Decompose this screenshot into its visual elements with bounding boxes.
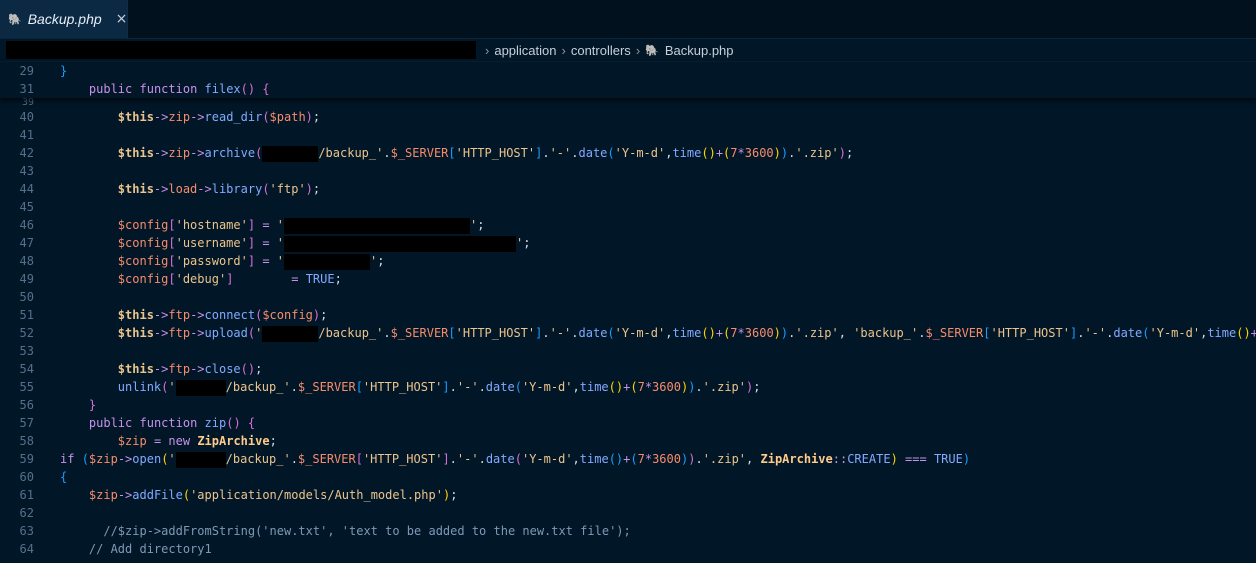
code-line: 54 $this->ftp->close();	[0, 360, 1256, 378]
code-line: 46 $config['hostname'] = ' ';	[0, 216, 1256, 234]
code-line: 56 }	[0, 396, 1256, 414]
line-number: 64	[19, 542, 34, 556]
line-number: 41	[19, 128, 34, 142]
code-line: 47 $config['username'] = ' ';	[0, 234, 1256, 252]
php-elephant-icon: 🐘	[8, 12, 22, 26]
code-line: 42 $this->zip->archive(/backup_'.$_SERVE…	[0, 144, 1256, 162]
code-line: 41	[0, 126, 1256, 144]
code-line: 62	[0, 504, 1256, 522]
breadcrumb-item-file[interactable]: Backup.php	[665, 43, 734, 58]
line-number: 62	[19, 506, 34, 520]
php-elephant-icon: 🐘	[645, 44, 659, 57]
code-editor[interactable]: 29 } 31 public function filex() { 39 40 …	[0, 62, 1256, 558]
code-line: 64 // Add directory1	[0, 540, 1256, 558]
redacted-text	[175, 451, 226, 468]
line-number: 48	[19, 254, 34, 268]
tab-backup-php[interactable]: 🐘 Backup.php ×	[0, 0, 128, 38]
code-line: 31 public function filex() {	[0, 80, 1256, 98]
line-number: 58	[19, 434, 34, 448]
line-number: 54	[19, 362, 34, 376]
breadcrumb-item-application[interactable]: application	[494, 43, 556, 58]
line-number: 49	[19, 272, 34, 286]
redacted-text	[175, 379, 226, 396]
editor-tab-bar: 🐘 Backup.php ×	[0, 0, 1256, 39]
close-icon[interactable]: ×	[116, 11, 128, 27]
code-line: 29 }	[0, 62, 1256, 80]
breadcrumb-item-controllers[interactable]: controllers	[571, 43, 631, 58]
line-number: 42	[19, 146, 34, 160]
tab-title: Backup.php	[27, 11, 102, 27]
code-line: 58 $zip = new ZipArchive;	[0, 432, 1256, 450]
code-line: 48 $config['password'] = ' ';	[0, 252, 1256, 270]
line-number: 50	[19, 290, 34, 304]
code-line: 49 $config['debug'] = TRUE;	[0, 270, 1256, 288]
code-line: 40 $this->zip->read_dir($path);	[0, 108, 1256, 126]
sticky-scroll-header[interactable]: 29 } 31 public function filex() {	[0, 62, 1256, 98]
breadcrumb: › application › controllers › 🐘 Backup.p…	[0, 39, 1256, 62]
code-line: 53	[0, 342, 1256, 360]
chevron-right-icon: ›	[561, 42, 566, 58]
code-line: 50	[0, 288, 1256, 306]
code-line: 43	[0, 162, 1256, 180]
redacted-text	[284, 235, 517, 252]
line-number: 51	[19, 308, 34, 322]
line-number: 29	[19, 64, 34, 78]
line-number: 57	[19, 416, 34, 430]
line-number: 53	[19, 344, 34, 358]
code-line: 63 //$zip->addFromString('new.txt', 'tex…	[0, 522, 1256, 540]
line-number: 44	[19, 182, 34, 196]
line-number: 31	[19, 82, 34, 96]
code-line: 55 unlink('/backup_'.$_SERVER['HTTP_HOST…	[0, 378, 1256, 396]
line-number: 47	[19, 236, 34, 250]
line-number: 61	[19, 488, 34, 502]
redacted-text	[262, 145, 319, 162]
chevron-right-icon: ›	[635, 42, 641, 58]
code-line: 61 $zip->addFile('application/models/Aut…	[0, 486, 1256, 504]
chevron-right-icon: ›	[485, 42, 490, 58]
redacted-text	[284, 217, 471, 234]
line-number: 45	[19, 200, 34, 214]
line-number: 43	[19, 164, 34, 178]
line-number: 59	[19, 452, 34, 466]
line-number: 40	[19, 110, 34, 124]
redacted-path	[6, 41, 476, 59]
code-line: 59 if ($zip->open('/backup_'.$_SERVER['H…	[0, 450, 1256, 468]
line-number: 56	[19, 398, 34, 412]
line-number: 52	[19, 326, 34, 340]
line-number: 60	[19, 470, 34, 484]
line-number: 55	[19, 380, 34, 394]
redacted-text	[262, 325, 319, 342]
code-line: 60 {	[0, 468, 1256, 486]
code-line: 44 $this->load->library('ftp');	[0, 180, 1256, 198]
code-line: 45	[0, 198, 1256, 216]
line-number: 46	[19, 218, 34, 232]
redacted-text	[284, 253, 371, 270]
code-line: 57 public function zip() {	[0, 414, 1256, 432]
code-line: 52 $this->ftp->upload('/backup_'.$_SERVE…	[0, 324, 1256, 342]
code-line: 39	[0, 98, 1256, 108]
code-line: 51 $this->ftp->connect($config);	[0, 306, 1256, 324]
line-number: 39	[21, 97, 34, 108]
line-number: 63	[19, 524, 34, 538]
